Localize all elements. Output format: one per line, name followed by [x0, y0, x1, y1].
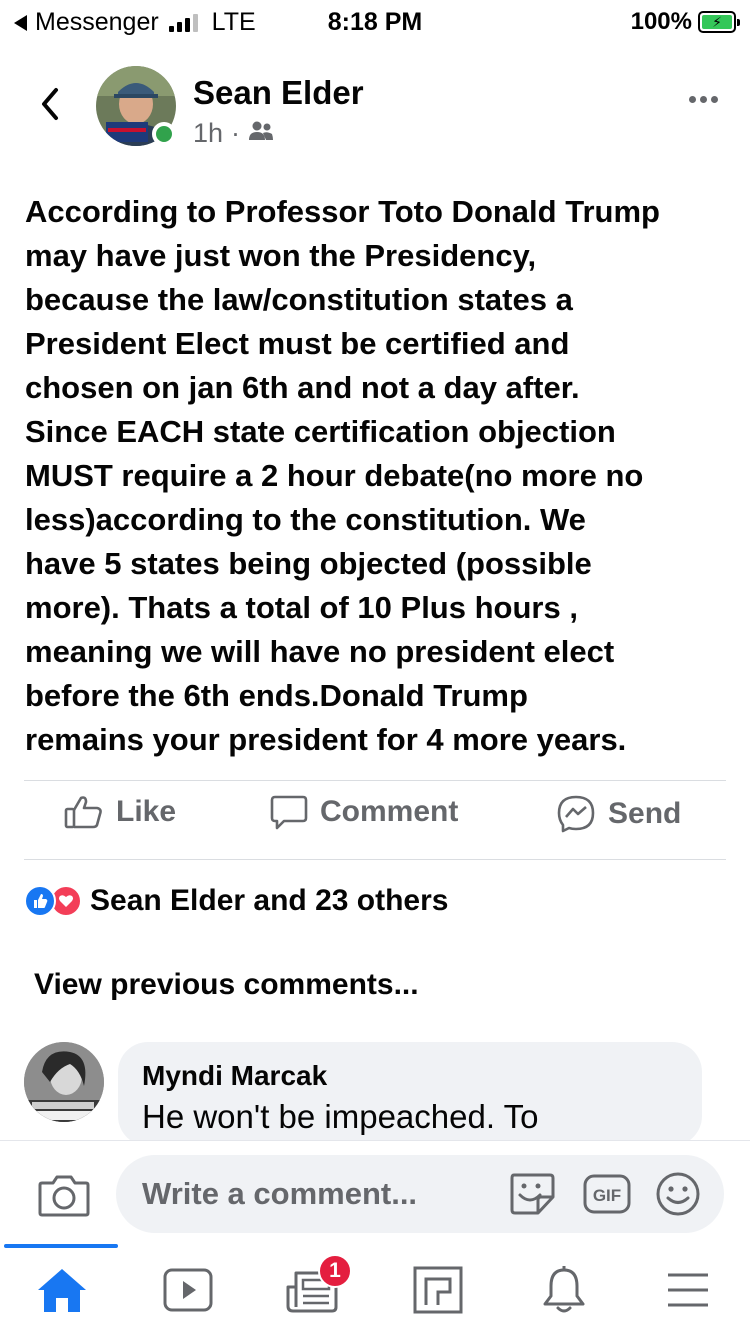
bottom-tab-bar: 1: [0, 1244, 750, 1335]
emoji-icon[interactable]: [654, 1171, 702, 1222]
like-label: Like: [116, 795, 177, 828]
like-reaction-icon: [24, 885, 56, 917]
send-button[interactable]: Send: [556, 794, 681, 834]
status-bar: Messenger LTE 8:18 PM 100% ⚡: [0, 0, 750, 42]
speech-bubble-icon: [270, 795, 308, 830]
comment-label: Comment: [320, 795, 459, 828]
tab-watch[interactable]: [158, 1262, 218, 1318]
gif-label: GIF: [593, 1186, 621, 1205]
like-button[interactable]: Like: [64, 794, 176, 830]
more-options-icon[interactable]: [689, 96, 718, 103]
gif-icon[interactable]: GIF: [582, 1171, 632, 1222]
thumbs-up-icon: [64, 796, 102, 829]
tab-menu[interactable]: [658, 1262, 718, 1318]
post-meta: 1h ·: [193, 118, 274, 149]
camera-icon[interactable]: [38, 1173, 90, 1222]
friends-icon: [248, 118, 274, 149]
post-time[interactable]: 1h: [193, 118, 223, 149]
divider: [24, 780, 726, 781]
comment-bubble[interactable]: Myndi Marcak He won't be impeached. To: [118, 1042, 702, 1146]
comment-input[interactable]: [116, 1155, 724, 1233]
send-label: Send: [608, 797, 682, 830]
divider: [24, 859, 726, 860]
post-body: According to Professor Toto Donald Trump…: [25, 194, 660, 757]
messenger-icon: [557, 795, 595, 833]
online-status-dot: [152, 122, 176, 146]
back-chevron-icon[interactable]: [34, 84, 70, 124]
post-actions: Like Comment Send: [0, 794, 750, 854]
notifications-badge: 1: [318, 1254, 352, 1288]
comment-composer: GIF: [0, 1140, 750, 1240]
hamburger-menu-icon: [668, 1273, 708, 1307]
view-previous-comments-link[interactable]: View previous comments...: [34, 968, 419, 1002]
meta-separator: ·: [231, 118, 241, 148]
home-icon: [38, 1269, 86, 1312]
reactions-count-label: Sean Elder and 23 others: [90, 884, 449, 917]
active-tab-indicator: [4, 1244, 118, 1248]
battery-percent: 100%: [630, 8, 692, 35]
comment-button[interactable]: Comment: [270, 794, 458, 830]
sticker-icon[interactable]: [508, 1171, 556, 1222]
video-icon: [163, 1268, 213, 1312]
commenter-avatar[interactable]: [24, 1042, 104, 1122]
post-author-name[interactable]: Sean Elder: [193, 74, 364, 112]
tab-notifications[interactable]: [534, 1262, 594, 1318]
grid-icon: [413, 1266, 463, 1314]
status-bar-right: 100% ⚡: [630, 8, 740, 36]
battery-icon: ⚡: [698, 11, 740, 33]
tab-home[interactable]: [32, 1262, 92, 1318]
comment-author[interactable]: Myndi Marcak: [142, 1060, 678, 1092]
reactions-summary[interactable]: Sean Elder and 23 others: [24, 884, 448, 918]
comment-text: He won't be impeached. To: [142, 1098, 539, 1135]
tab-marketplace[interactable]: [408, 1262, 468, 1318]
bell-icon: [543, 1266, 585, 1313]
